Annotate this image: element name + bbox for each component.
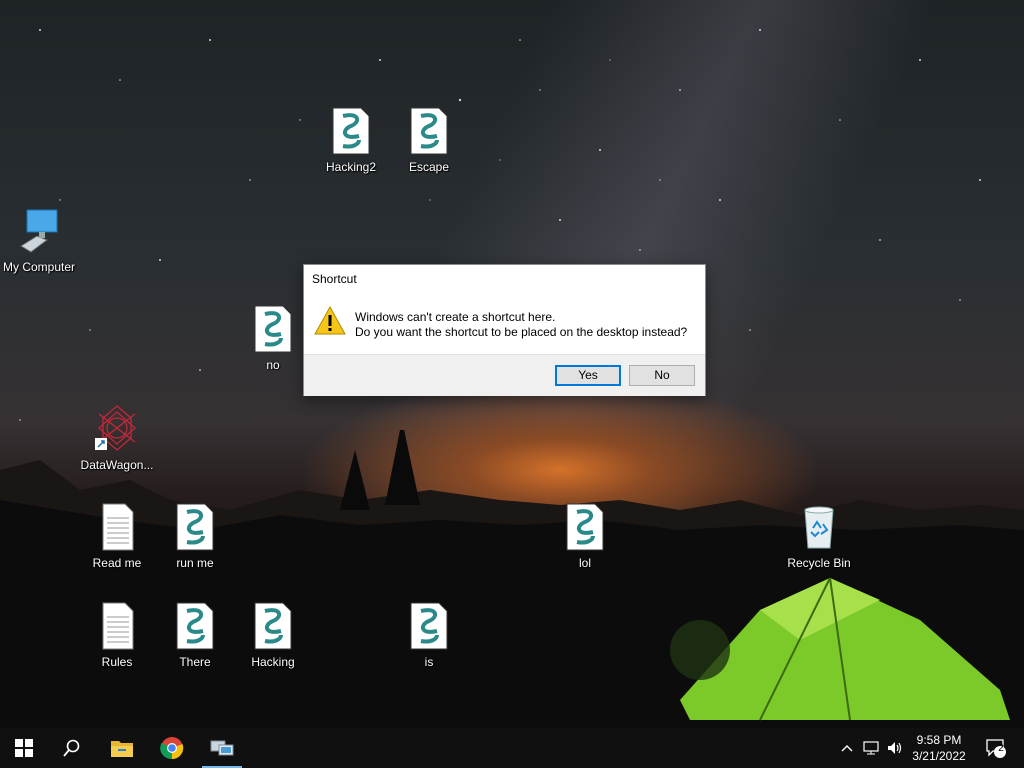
chrome-icon (160, 737, 184, 760)
script-icon (410, 107, 448, 155)
desktop-icon-there[interactable]: There (156, 601, 234, 669)
file-explorer-button[interactable] (98, 728, 146, 768)
desktop-icon-is[interactable]: is (390, 601, 468, 669)
desktop-icon-lol[interactable]: lol (546, 502, 624, 570)
start-icon (15, 739, 33, 757)
start-button[interactable] (0, 728, 48, 768)
clock-time: 9:58 PM (916, 733, 962, 747)
mountain-silhouette (0, 430, 1024, 730)
text-file-icon (102, 602, 134, 650)
shortcut-dialog: Shortcut Windows can't create a shortcut… (303, 264, 706, 396)
network-icon (863, 741, 879, 755)
no-button[interactable]: No (629, 365, 695, 386)
script-icon (332, 107, 370, 155)
clock-date: 3/21/2022 (912, 749, 966, 763)
desktop-icon-hacking[interactable]: Hacking (234, 601, 312, 669)
desktop-icon-run-me[interactable]: run me (156, 502, 234, 570)
dialog-message: Windows can't create a shortcut here. Do… (355, 310, 687, 340)
search-icon (63, 739, 80, 757)
network-app-icon (210, 740, 234, 756)
desktop-icon-datawagon[interactable]: DataWagon... (78, 404, 156, 472)
script-icon (254, 602, 292, 650)
taskbar: 9:58 PM 3/21/2022 2 (0, 728, 1024, 768)
recycle-bin-icon (804, 506, 834, 549)
datawagon-shortcut-icon (95, 405, 136, 451)
dialog-title: Shortcut (312, 272, 357, 286)
network-tray-button[interactable] (860, 728, 882, 768)
dialog-footer: Yes No (304, 354, 705, 396)
file-explorer-icon (111, 741, 133, 757)
desktop-icon-rules[interactable]: Rules (78, 601, 156, 669)
chevron-up-icon (841, 745, 853, 752)
chrome-button[interactable] (148, 728, 196, 768)
network-app-button[interactable] (198, 728, 246, 768)
search-button[interactable] (48, 728, 96, 768)
script-icon (566, 503, 604, 551)
computer-icon (20, 209, 58, 253)
yes-button[interactable]: Yes (555, 365, 621, 386)
desktop-icon-my-computer[interactable]: My Computer (0, 206, 78, 274)
text-file-icon (102, 503, 134, 551)
warning-icon (314, 305, 346, 335)
show-hidden-icons-button[interactable] (836, 728, 858, 768)
desktop-icon-recycle-bin[interactable]: Recycle Bin (780, 502, 858, 570)
script-icon (176, 602, 214, 650)
desktop-icon-escape[interactable]: Escape (390, 106, 468, 174)
script-icon (254, 305, 292, 353)
script-icon (410, 602, 448, 650)
taskbar-clock[interactable]: 9:58 PM 3/21/2022 (898, 732, 980, 764)
desktop-icon-hacking2[interactable]: Hacking2 (312, 106, 390, 174)
desktop-icon-no[interactable]: no (234, 304, 312, 372)
dialog-message-line1: Windows can't create a shortcut here. (355, 310, 556, 324)
desktop-icon-read-me[interactable]: Read me (78, 502, 156, 570)
action-center-button[interactable]: 2 (980, 728, 1012, 768)
notification-count: 2 (998, 743, 1004, 754)
dialog-message-line2: Do you want the shortcut to be placed on… (355, 325, 688, 339)
script-icon (176, 503, 214, 551)
